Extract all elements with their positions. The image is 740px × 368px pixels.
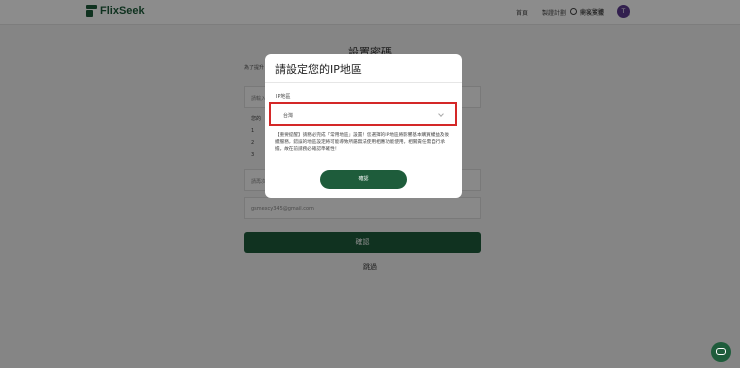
chat-button[interactable] — [711, 342, 731, 362]
chat-icon — [716, 348, 726, 355]
dialog-title: 請設定您的IP地區 — [275, 63, 362, 76]
important-notice: 【重要提醒】請務必完成「常用地區」設置！您選擇的IP地區將影響基本購買權益及後續… — [275, 133, 450, 152]
chevron-down-icon — [438, 111, 444, 117]
region-select[interactable]: 台灣 — [269, 102, 457, 126]
region-label: IP地區 — [276, 94, 291, 100]
region-value: 台灣 — [283, 113, 294, 119]
divider — [265, 82, 462, 83]
confirm-button[interactable]: 確認 — [320, 170, 407, 189]
ip-region-dialog: 請設定您的IP地區 IP地區 台灣 【重要提醒】請務必完成「常用地區」設置！您選… — [265, 54, 462, 198]
